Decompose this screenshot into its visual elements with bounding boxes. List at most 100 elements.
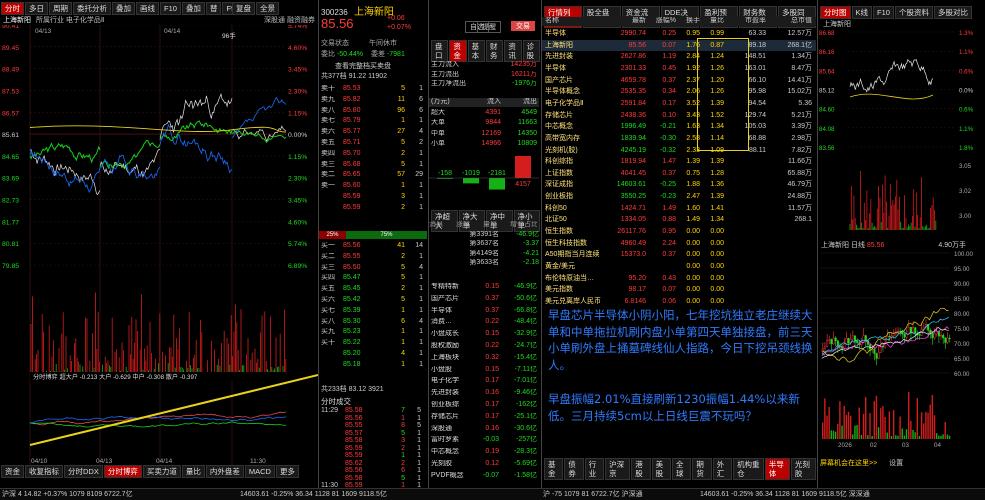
sector-row[interactable]: 国产芯片 0.37 -50.6亿 bbox=[429, 295, 539, 304]
tab-0[interactable]: 分时 bbox=[1, 2, 24, 15]
tab-5[interactable]: 美股 bbox=[651, 458, 671, 480]
book-level[interactable]: 买二 85.55 2 1 bbox=[319, 253, 427, 262]
tab-3[interactable]: 财务 bbox=[485, 40, 504, 62]
tab-7[interactable]: 叠加 bbox=[181, 2, 205, 15]
tab-8[interactable]: 更多 bbox=[275, 465, 299, 478]
book-level[interactable]: 卖四 85.70 2 1 bbox=[319, 150, 427, 159]
tab-5[interactable]: 诊股 bbox=[522, 40, 540, 62]
book-level[interactable]: 买五 85.45 2 1 bbox=[319, 285, 427, 294]
list-row[interactable]: 上海新阳 85.56 0.07 1.76 0.87 89.18 268.1亿 bbox=[542, 39, 816, 52]
tab-1[interactable]: 收复指标 bbox=[25, 465, 63, 478]
sector-row[interactable]: 小盘股 0.15 -7.11亿 bbox=[429, 366, 539, 375]
sector-row[interactable]: 中芯概念 0.19 -28.3亿 bbox=[429, 448, 539, 457]
tab-6[interactable]: F10 bbox=[160, 2, 181, 15]
tab-1[interactable]: 多日 bbox=[25, 2, 48, 15]
book-level[interactable]: 买八 85.30 6 4 bbox=[319, 318, 427, 327]
tab-4[interactable]: 买卖力道 bbox=[142, 465, 181, 478]
tab-2[interactable]: F10 bbox=[873, 6, 894, 19]
list-row[interactable]: 美元兑离岸人民币 6.8146 0.06 0.00 0.00 bbox=[542, 296, 816, 308]
list-row[interactable]: 深证成指 14603.61 -0.25 1.88 1.36 46.79万 bbox=[542, 179, 816, 191]
sector-row[interactable]: 富时罗素 -0.03 -257亿 bbox=[429, 436, 539, 445]
book-level[interactable]: 买四 85.47 5 1 bbox=[319, 274, 427, 283]
tab-3[interactable]: 个股资料 bbox=[894, 6, 933, 19]
book-level[interactable]: 卖九 85.82 11 6 bbox=[319, 96, 427, 105]
list-col-header[interactable]: 最新 bbox=[604, 17, 646, 26]
tab-3[interactable]: 委托分析 bbox=[73, 2, 111, 15]
book-level[interactable]: 买三 85.50 5 4 bbox=[319, 264, 427, 273]
tab-1[interactable]: K线 bbox=[851, 6, 873, 19]
list-row[interactable]: 国产芯片 4659.78 0.37 2.37 1.20 66.10 14.41万 bbox=[542, 75, 816, 87]
mini-intraday-chart[interactable]: 86.68 1.3% 86.16 1.1% 85.64 0.6% 85.12 0.0% 84.6… bbox=[818, 27, 985, 157]
sector-row[interactable]: 先进封装 0.16 -9.46亿 bbox=[429, 389, 539, 398]
fills-title[interactable]: 分时成交 bbox=[321, 396, 351, 407]
list-row[interactable]: 存储芯片 2438.36 0.10 3.43 1.52 129.74 5.21万 bbox=[542, 110, 816, 122]
book-level[interactable]: 卖五 85.71 5 2 bbox=[319, 139, 427, 148]
list-row[interactable]: 恒生科技指数 4960.49 2.24 0.00 0.00 bbox=[542, 238, 816, 250]
book-level[interactable]: 卖七 85.79 1 1 bbox=[319, 117, 427, 126]
list-row[interactable]: 半导体 2990.74 0.25 0.95 0.99 63.33 12.57万 bbox=[542, 28, 816, 40]
list-col-header[interactable]: 涨幅% bbox=[646, 17, 676, 26]
list-row[interactable]: 光刻机(胶) 4245.19 -0.32 2.33 1.09 88.11 7.82万 bbox=[542, 145, 816, 157]
tab-0[interactable]: 分时图 bbox=[820, 6, 851, 19]
sector-row[interactable]: 光刻胶 0.12 -5.69亿 bbox=[429, 460, 539, 469]
list-col-header[interactable]: 市盈率 bbox=[724, 17, 766, 26]
list-row[interactable]: 中芯概念 1996.49 -0.21 1.63 1.34 105.03 3.39万 bbox=[542, 121, 816, 133]
book-level[interactable]: 85.59 2 1 bbox=[319, 204, 427, 213]
tab-0[interactable]: 盘口 bbox=[431, 40, 449, 62]
book-level[interactable]: 85.20 4 1 bbox=[319, 350, 427, 359]
book-level[interactable]: 卖二 85.65 57 29 bbox=[319, 171, 427, 180]
sector-row[interactable]: 电子化学 0.17 -7.01亿 bbox=[429, 377, 539, 386]
list-row[interactable]: 电子化学品Ⅱ 2591.84 0.17 3.52 1.39 94.54 5.36 bbox=[542, 98, 816, 110]
tab-10[interactable]: 半导体 bbox=[764, 458, 790, 480]
tab-6[interactable]: 全球 bbox=[671, 458, 692, 480]
tab-7[interactable]: 期货 bbox=[692, 458, 712, 480]
industry-label[interactable]: 所属行业 电子化学品Ⅱ bbox=[36, 17, 104, 24]
tab-1[interactable]: 资金 bbox=[449, 40, 467, 62]
sector-row[interactable]: PVDF概念 -0.07 -1.58亿 bbox=[429, 472, 539, 481]
book-level[interactable]: 买十 85.22 1 1 bbox=[319, 339, 427, 348]
sector-row[interactable]: 消费… 0.22 -48.4亿 bbox=[429, 318, 539, 327]
book-level[interactable]: 卖三 85.68 5 1 bbox=[319, 161, 427, 170]
list-row[interactable]: 创业板指 3550.25 -0.23 2.47 1.39 24.88万 bbox=[542, 191, 816, 203]
full-depth-link[interactable]: 查看完整档买卖盘 bbox=[335, 61, 391, 71]
tag-links[interactable]: 深股通 融资融券 bbox=[264, 15, 315, 25]
tab-8[interactable]: 替 bbox=[205, 2, 222, 15]
tab-5[interactable]: 画线 bbox=[136, 2, 159, 15]
kline-chart[interactable]: 100.00 95.00 90.00 85.00 80.00 75.00 70.00 65.0… bbox=[818, 249, 985, 449]
list-row[interactable]: A50期指当月连续 15373.0 0.37 0.00 0.00 bbox=[542, 249, 816, 261]
tab-4[interactable]: 资讯 bbox=[504, 40, 522, 62]
list-row[interactable]: 半导体 2301.33 0.45 1.92 1.26 163.01 8.47万 bbox=[542, 63, 816, 75]
tab-2[interactable]: 行业 bbox=[584, 458, 605, 480]
tab-4[interactable]: 多股对比 bbox=[933, 6, 972, 19]
list-row[interactable]: 恒生指数 26117.76 0.95 0.00 0.00 bbox=[542, 226, 816, 238]
tab-1[interactable]: 债券 bbox=[564, 458, 584, 480]
tab-2[interactable]: 周期 bbox=[49, 2, 72, 15]
tab-8[interactable]: 外汇 bbox=[712, 458, 733, 480]
list-row[interactable]: 上证指数 4041.45 0.37 0.75 1.28 65.88万 bbox=[542, 168, 816, 180]
tab-3[interactable]: 沪深京 bbox=[605, 458, 631, 480]
list-col-header[interactable]: 换手 bbox=[676, 17, 700, 26]
tab-6[interactable]: 内外盘差 bbox=[205, 465, 244, 478]
tab-1[interactable]: 全景 bbox=[256, 2, 279, 15]
list-row[interactable]: 北证50 1334.05 0.88 1.49 1.34 268.1 bbox=[542, 214, 816, 226]
list-row[interactable]: 美元指数 98.17 0.07 0.00 0.00 bbox=[542, 284, 816, 296]
tab-7[interactable]: MACD bbox=[244, 465, 275, 478]
sector-row[interactable]: 小盘成长 0.15 -32.9亿 bbox=[429, 330, 539, 339]
tab-2[interactable]: 基本 bbox=[467, 40, 485, 62]
book-level[interactable]: 买一 85.56 41 14 bbox=[319, 242, 427, 251]
tab-2[interactable]: 分时DDX bbox=[64, 465, 103, 478]
list-col-header[interactable]: 量比 bbox=[700, 17, 724, 26]
tab-0[interactable]: 资金 bbox=[1, 465, 24, 478]
book-level[interactable]: 85.18 1 1 bbox=[319, 361, 427, 370]
book-level[interactable]: 买九 85.23 1 1 bbox=[319, 328, 427, 337]
list-col-header[interactable]: 名称 bbox=[542, 17, 604, 26]
list-row[interactable]: 高带宽内存 1839.94 -0.30 2.58 1.14 68.88 2.98万 bbox=[542, 133, 816, 145]
alert-button[interactable]: 提醒 bbox=[477, 21, 501, 33]
tab-11[interactable]: 光刻胶 bbox=[790, 458, 816, 480]
sector-row[interactable]: 存储芯片 0.17 -25.1亿 bbox=[429, 413, 539, 422]
book-level[interactable]: 卖六 85.77 27 4 bbox=[319, 128, 427, 137]
sector-row[interactable]: 半导体 0.37 -66.8亿 bbox=[429, 307, 539, 316]
tab-9[interactable]: 机构重仓 bbox=[733, 458, 764, 480]
list-col-header[interactable]: 总市值 bbox=[766, 17, 812, 26]
list-row[interactable]: 科创50 1424.71 1.49 1.60 1.41 11.57万 bbox=[542, 203, 816, 215]
